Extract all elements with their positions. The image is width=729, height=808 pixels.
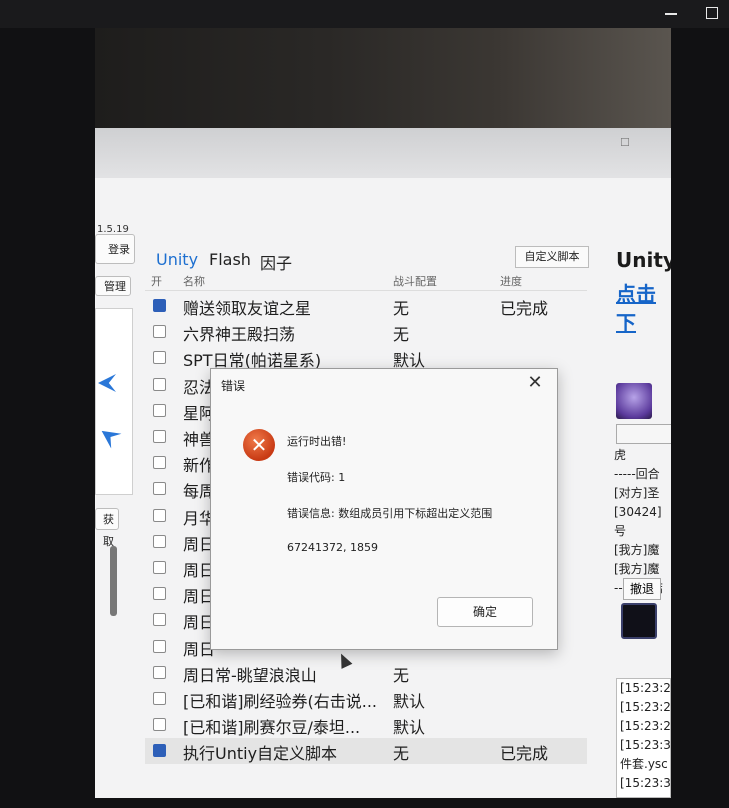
left-preview-panel [95, 308, 133, 495]
header-progress: 进度 [500, 275, 522, 288]
row-checkbox[interactable] [153, 534, 166, 548]
row-name: 执行Untiy自定义脚本 [183, 744, 338, 764]
manage-button[interactable]: 管理 [95, 276, 131, 296]
row-checkbox[interactable] [153, 456, 166, 470]
row-checkbox[interactable] [153, 744, 166, 758]
time-log-line: [15:23:2 [620, 681, 671, 695]
left-scrollbar[interactable] [109, 528, 119, 798]
table-row[interactable]: 执行Untiy自定义脚本 无 已完成 [145, 738, 587, 765]
retreat-button[interactable]: 撤退 [623, 578, 661, 600]
row-checkbox[interactable] [153, 613, 166, 627]
task-table-header: 开 名称 战斗配置 进度 [145, 270, 587, 291]
row-checkbox[interactable] [153, 351, 166, 365]
row-name: 赠送领取友谊之星 [183, 299, 312, 318]
table-row[interactable]: 周日常-眺望浪浪山 无 [145, 660, 587, 686]
row-checkbox[interactable] [153, 430, 166, 443]
row-name: [已和谐]刷赛尔豆/泰坦... [183, 718, 361, 738]
row-config[interactable]: 默认 [393, 688, 425, 712]
row-checkbox[interactable] [153, 508, 166, 522]
time-log-line: [15:23:3 [620, 776, 671, 790]
room-background [95, 28, 671, 138]
error-line-runtime: 运行时出错! [287, 435, 347, 448]
right-link[interactable]: 点击下 [616, 278, 671, 336]
login-button[interactable]: 登录 [95, 234, 135, 264]
table-row[interactable]: 赠送领取友谊之星 无 已完成 [145, 293, 587, 319]
row-checkbox[interactable] [153, 587, 166, 601]
battle-log-line: -----回合 [614, 467, 660, 481]
window-maximize-glyph: ☐ [620, 136, 630, 149]
time-log-line: [15:23:3 [620, 738, 671, 752]
row-progress: 已完成 [500, 299, 549, 318]
dialog-title: 错误 [221, 379, 246, 393]
error-numbers: 67241372, 1859 [287, 541, 378, 554]
avatar-name-box [616, 424, 671, 444]
row-checkbox[interactable] [153, 377, 166, 391]
battle-log-line: [我方]魔 [614, 543, 660, 557]
photo-of-screen: ☐ 1.5.19 登录 管理 获取 Unity Flash 因子 自定义脚本 开… [95, 28, 671, 798]
row-checkbox[interactable] [153, 325, 166, 339]
time-log-line: [15:23:2 [620, 719, 671, 733]
row-checkbox[interactable] [153, 482, 166, 496]
row-name: [已和谐]刷经验券(右击说... [183, 692, 377, 711]
row-checkbox[interactable] [153, 665, 166, 679]
tab-unity[interactable]: Unity [156, 250, 198, 269]
time-log-line: 件套.ysc [620, 757, 668, 771]
row-progress: 已完成 [500, 744, 549, 764]
maximize-icon[interactable] [700, 3, 724, 23]
pet-icon[interactable] [621, 603, 657, 639]
time-log-line: [15:23:2 [620, 700, 671, 714]
tab-flash[interactable]: Flash [209, 250, 251, 269]
pet-avatar [616, 383, 652, 419]
blue-arrow-shape [98, 374, 116, 392]
table-row[interactable]: [已和谐]刷赛尔豆/泰坦... 默认 [145, 712, 587, 738]
table-row[interactable]: 六界神王殿扫荡 无 [145, 319, 587, 345]
app-window: 1.5.19 登录 管理 获取 Unity Flash 因子 自定义脚本 开 名… [95, 178, 671, 798]
error-dialog: 错误 ✕ ✕ 运行时出错! 错误代码: 1 错误信息: 数组成员引用下标超出定义… [210, 368, 558, 650]
pet-label: 虎 [614, 448, 627, 462]
row-config[interactable]: 默认 [393, 714, 425, 738]
fetch-button[interactable]: 获取 [95, 508, 119, 548]
row-config[interactable]: 无 [393, 295, 409, 319]
header-enable: 开 [151, 275, 162, 288]
row-checkbox[interactable] [153, 718, 166, 732]
time-log: [15:23:2 [15:23:2 [15:23:2 [15:23:3 件套.y… [616, 678, 671, 798]
row-config[interactable]: 无 [393, 321, 409, 345]
error-message: 错误信息: 数组成员引用下标超出定义范围 [287, 507, 493, 520]
header-name: 名称 [183, 275, 205, 288]
battle-log: 虎 -----回合 [对方]圣 [30424]号 [我方]魔 [我方]魔 ---… [614, 446, 671, 598]
ok-button[interactable]: 确定 [437, 597, 533, 627]
row-checkbox[interactable] [153, 403, 166, 417]
row-checkbox[interactable] [153, 692, 166, 705]
custom-script-button[interactable]: 自定义脚本 [515, 246, 589, 268]
row-checkbox[interactable] [153, 299, 166, 312]
photo-viewer-titlebar [0, 0, 729, 28]
row-checkbox[interactable] [153, 639, 166, 653]
table-row[interactable]: [已和谐]刷经验券(右击说... 默认 [145, 686, 587, 712]
row-config[interactable]: 无 [393, 740, 409, 764]
battle-log-line: [我方]魔 [614, 562, 660, 576]
battle-log-line: [对方]圣 [614, 486, 660, 500]
minimize-icon[interactable] [659, 3, 683, 23]
row-name: 周日常-眺望浪浪山 [183, 665, 317, 685]
close-icon[interactable]: ✕ [523, 372, 547, 394]
right-title: Unity [616, 248, 671, 272]
error-code: 错误代码: 1 [287, 471, 346, 484]
blue-arrow-shape [96, 423, 121, 448]
error-icon: ✕ [243, 429, 275, 461]
row-config[interactable]: 无 [393, 662, 409, 686]
header-config: 战斗配置 [393, 275, 437, 288]
battle-log-line: [30424]号 [614, 505, 662, 538]
scrollbar-thumb[interactable] [110, 546, 117, 616]
row-checkbox[interactable] [153, 561, 166, 574]
row-name: 六界神王殿扫荡 [183, 325, 296, 345]
